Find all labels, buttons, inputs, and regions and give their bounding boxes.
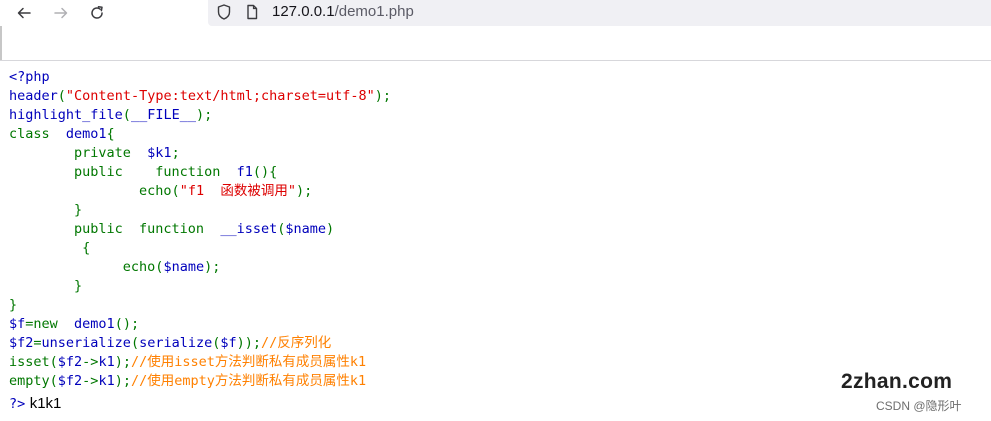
code-line: echo($name);: [9, 259, 221, 275]
page-info-icon[interactable]: [244, 3, 260, 25]
code-token: "f1 函数被调用": [179, 183, 296, 199]
code-token: (: [130, 335, 140, 351]
window-edge: [0, 26, 2, 60]
code-token: echo(: [9, 259, 164, 275]
code-token: );: [374, 88, 392, 104]
code-token: empty(: [9, 373, 58, 389]
code-token: header: [9, 88, 58, 104]
code-token: k1: [98, 354, 115, 370]
url-text[interactable]: 127.0.0.1/demo1.php: [272, 3, 414, 21]
code-line: header("Content-Type:text/html;charset=u…: [9, 88, 391, 104]
code-line: empty($f2->k1);//使用empty方法判断私有成员属性k1: [9, 373, 366, 389]
script-output-line: ?> k1k1: [9, 394, 61, 414]
code-line: echo("f1 函数被调用");: [9, 183, 312, 199]
code-token: {: [9, 240, 91, 256]
url-path: /demo1.php: [334, 3, 414, 20]
code-line: highlight_file(__FILE__);: [9, 107, 212, 123]
code-token: public function: [9, 164, 237, 180]
code-line: }: [9, 297, 17, 313]
code-token: highlight_file: [9, 107, 123, 123]
code-token: );: [114, 373, 131, 389]
code-line: }: [9, 202, 82, 218]
code-token: demo1: [65, 126, 107, 142]
code-token: <?php: [9, 69, 50, 85]
arrow-left-icon: [17, 7, 31, 19]
code-token: ;: [171, 145, 180, 161]
address-bar[interactable]: 127.0.0.1/demo1.php: [208, 0, 991, 26]
code-token: k1: [98, 373, 115, 389]
code-line: $f2=unserialize(serialize($f));//反序列化: [9, 335, 331, 351]
reload-icon: [91, 6, 103, 19]
code-token: (){: [252, 164, 278, 180]
code-line: }: [9, 278, 82, 294]
code-token: {: [106, 126, 115, 142]
code-token: $f2: [9, 335, 34, 351]
code-token: );: [114, 354, 131, 370]
code-line: private $k1;: [9, 145, 180, 161]
code-token: class: [9, 126, 66, 142]
php-source-code: <?php header("Content-Type:text/html;cha…: [9, 68, 391, 391]
watermark-site: 2zhan.com: [841, 370, 953, 393]
code-token: $f2: [57, 373, 83, 389]
browser-toolbar: 127.0.0.1/demo1.php: [0, 0, 991, 61]
code-token: );: [195, 107, 213, 123]
code-token: =: [33, 335, 42, 351]
code-token: $name: [285, 221, 327, 237]
code-line: {: [9, 240, 90, 256]
code-token: ));: [236, 335, 262, 351]
code-token: //使用empty方法判断私有成员属性k1: [130, 373, 367, 389]
back-button[interactable]: [8, 0, 40, 26]
code-token: echo(: [9, 183, 180, 199]
code-line: public function f1(){: [9, 164, 277, 180]
code-token: "Content-Type:text/html;charset=utf-8": [65, 88, 375, 104]
arrow-right-icon: [54, 7, 68, 19]
code-line: <?php: [9, 69, 50, 85]
code-token: ();: [114, 316, 140, 332]
code-token: //反序列化: [261, 335, 332, 351]
script-output-text: k1k1: [29, 395, 62, 412]
php-close-tag: ?>: [9, 396, 26, 412]
code-token: $f: [220, 335, 237, 351]
code-token: private: [9, 145, 148, 161]
reload-button[interactable]: [81, 0, 113, 26]
code-token: $k1: [147, 145, 172, 161]
code-token: ): [326, 221, 335, 237]
code-token: unserialize: [41, 335, 131, 351]
code-token: }: [9, 297, 18, 313]
code-token: serialize: [139, 335, 213, 351]
code-token: }: [9, 278, 83, 294]
code-line: class demo1{: [9, 126, 115, 142]
code-token: //使用isset方法判断私有成员属性k1: [130, 354, 367, 370]
code-token: demo1: [74, 316, 115, 332]
code-token: ->: [82, 354, 99, 370]
code-token: public function: [9, 221, 221, 237]
code-token: __isset: [220, 221, 278, 237]
code-token: $f2: [57, 354, 83, 370]
code-token: ->: [82, 373, 99, 389]
code-token: __FILE__: [130, 107, 196, 123]
code-token: $f: [9, 316, 26, 332]
code-token: );: [295, 183, 313, 199]
code-token: f1: [236, 164, 253, 180]
code-token: }: [9, 202, 83, 218]
code-line: public function __isset($name): [9, 221, 334, 237]
code-line: $f=new demo1();: [9, 316, 139, 332]
url-host: 127.0.0.1: [272, 3, 335, 20]
code-token: (: [57, 88, 66, 104]
watermark-csdn: CSDN @隐形叶: [876, 399, 962, 413]
forward-button[interactable]: [45, 0, 77, 26]
code-token: (: [122, 107, 131, 123]
code-token: );: [204, 259, 221, 275]
code-token: isset(: [9, 354, 58, 370]
shield-icon[interactable]: [216, 3, 232, 25]
code-line: isset($f2->k1);//使用isset方法判断私有成员属性k1: [9, 354, 366, 370]
code-token: $name: [163, 259, 205, 275]
code-token: =new: [25, 316, 75, 332]
